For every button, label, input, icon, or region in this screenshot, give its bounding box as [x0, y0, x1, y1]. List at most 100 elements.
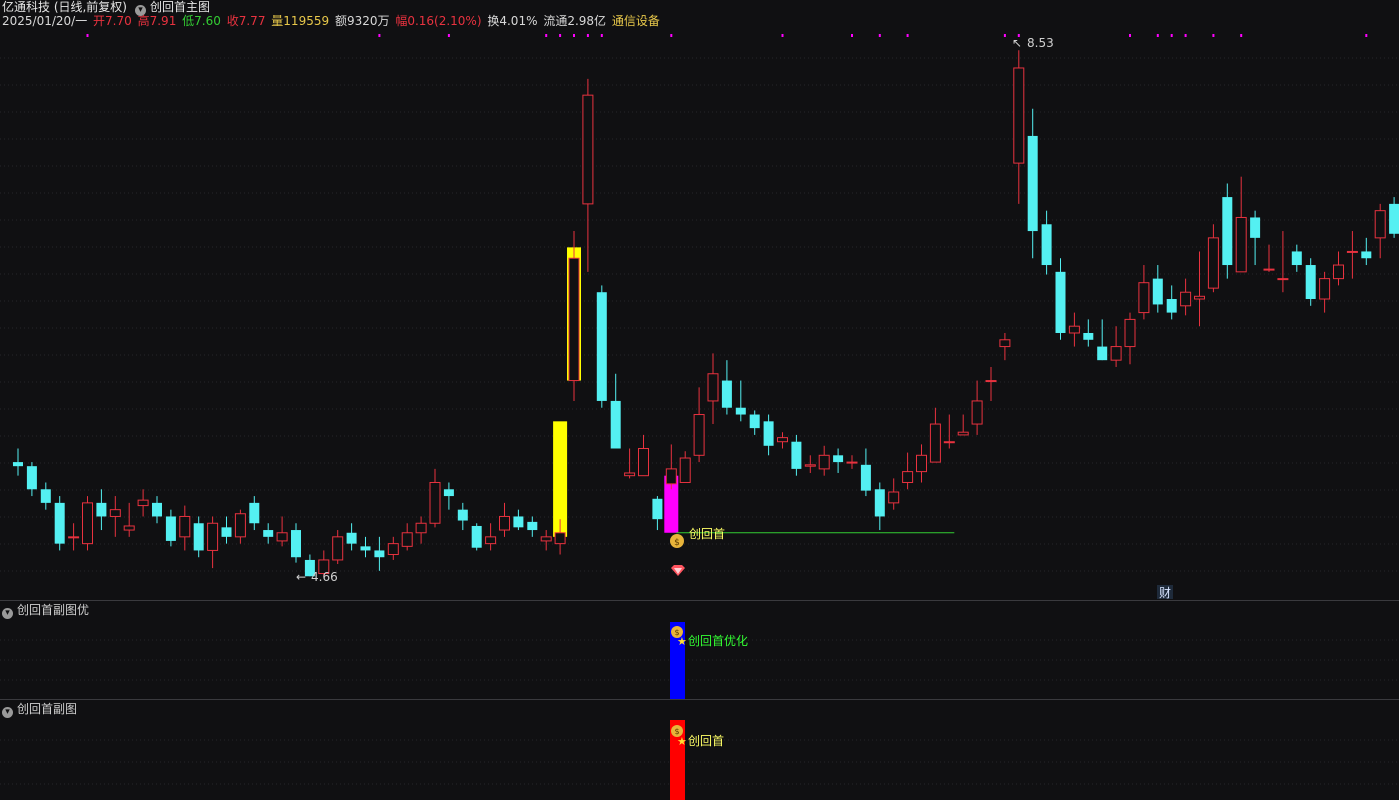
- top-dot-markers: [86, 34, 1368, 37]
- candle-body: [13, 462, 23, 467]
- candle: [1305, 258, 1316, 306]
- candle: [527, 516, 538, 537]
- top-dot-marker: [545, 34, 548, 37]
- candle-body: [1152, 278, 1163, 305]
- svg-text:$: $: [674, 538, 680, 548]
- top-dot-marker: [1365, 34, 1368, 37]
- candle-body: [179, 515, 191, 538]
- candle: [1333, 251, 1344, 286]
- candle-body: [1013, 67, 1025, 164]
- top-dot-marker: [378, 34, 381, 37]
- max-arrow: ↖: [1012, 36, 1022, 50]
- chart-window: 亿通科技 (日线,前复权) ▾ 创回首主图 2025/01/20/一 开7.70 高…: [0, 0, 1399, 800]
- finance-badge[interactable]: 财: [1159, 586, 1171, 600]
- candle-body: [1389, 203, 1399, 234]
- candle: [638, 434, 649, 477]
- candle: [485, 523, 497, 551]
- sub-panel-1-title[interactable]: 创回首副图优: [17, 603, 89, 617]
- candle: [193, 516, 204, 558]
- candle: [137, 489, 149, 517]
- candle-body: [485, 536, 497, 545]
- candle-body: [554, 532, 566, 545]
- candle-body: [679, 457, 691, 483]
- candle-body: [791, 441, 802, 469]
- candle: [1138, 265, 1150, 320]
- candle: [68, 523, 80, 551]
- candle: [82, 496, 93, 551]
- candle: [777, 432, 788, 449]
- candle: [610, 373, 621, 449]
- candle-body: [415, 522, 427, 534]
- candle-body: [1027, 135, 1038, 232]
- candle-body: [68, 536, 80, 539]
- candle-body: [387, 543, 399, 556]
- candle-body: [818, 454, 830, 470]
- top-dot-marker: [1003, 34, 1006, 37]
- candle: [401, 523, 413, 551]
- candle: [596, 285, 607, 408]
- candle-body: [1277, 278, 1289, 281]
- top-dot-marker: [573, 34, 575, 37]
- candle: [415, 516, 427, 544]
- candle: [513, 509, 524, 531]
- candle-body: [985, 380, 997, 383]
- candle: [276, 516, 288, 547]
- candle: [679, 451, 691, 483]
- candle: [332, 530, 344, 565]
- candle: [1152, 265, 1163, 313]
- candle: [957, 414, 969, 436]
- sub-panel-2-title[interactable]: 创回首副图: [17, 702, 77, 716]
- candle-body: [457, 509, 468, 521]
- candle: [291, 523, 301, 563]
- candle: [1207, 224, 1219, 293]
- candle-body: [471, 525, 482, 548]
- candle-body: [540, 536, 552, 542]
- sub-panel-2-header: ▾ 创回首副图: [2, 700, 77, 718]
- chevron-down-icon[interactable]: ▾: [2, 707, 13, 718]
- candle: [652, 496, 663, 531]
- candle: [207, 516, 219, 569]
- candle-body: [1319, 278, 1331, 300]
- candle: [457, 502, 468, 531]
- candle-body: [165, 516, 176, 541]
- candle-body: [957, 431, 969, 436]
- top-dot-marker: [1170, 34, 1173, 37]
- candle: [818, 445, 830, 476]
- candle: [804, 455, 816, 473]
- panel-divider[interactable]: [0, 699, 1399, 700]
- panel-divider[interactable]: [0, 600, 1399, 601]
- candle-body: [1305, 265, 1316, 300]
- main-chart[interactable]: 8.53 ↖ 4.66 ← $ 创回首 财 $ ★ 创回首优化 $ ★ 创回首: [0, 0, 1399, 800]
- candle: [693, 387, 705, 463]
- candle-body: [777, 437, 788, 443]
- top-dot-marker: [600, 34, 603, 37]
- candle-body: [429, 481, 441, 524]
- candle-body: [152, 502, 162, 517]
- top-dot-marker: [878, 34, 881, 37]
- sub-panel-1-header: ▾ 创回首副图优: [2, 601, 89, 619]
- candle-body: [234, 513, 246, 538]
- max-price-label: 8.53: [1027, 36, 1054, 50]
- candle-body: [1250, 217, 1261, 238]
- candle-body: [1207, 237, 1219, 289]
- candle: [109, 496, 121, 537]
- candle: [26, 462, 37, 497]
- candle-body: [763, 421, 774, 446]
- candle: [1041, 210, 1052, 275]
- candle-body: [207, 522, 219, 551]
- candle-body: [582, 94, 594, 205]
- candle-body: [26, 466, 37, 490]
- candle: [1361, 237, 1372, 266]
- candle: [387, 536, 399, 560]
- candle-body: [1041, 224, 1052, 266]
- candle-body: [707, 373, 719, 402]
- chevron-down-icon[interactable]: ▾: [2, 608, 13, 619]
- candle: [916, 444, 927, 483]
- candle-body: [846, 461, 858, 464]
- candle-body: [610, 400, 621, 449]
- top-dot-marker: [906, 34, 909, 37]
- candle-body: [221, 527, 232, 537]
- candle: [443, 482, 454, 510]
- candle: [96, 489, 107, 531]
- candle-body: [360, 546, 371, 551]
